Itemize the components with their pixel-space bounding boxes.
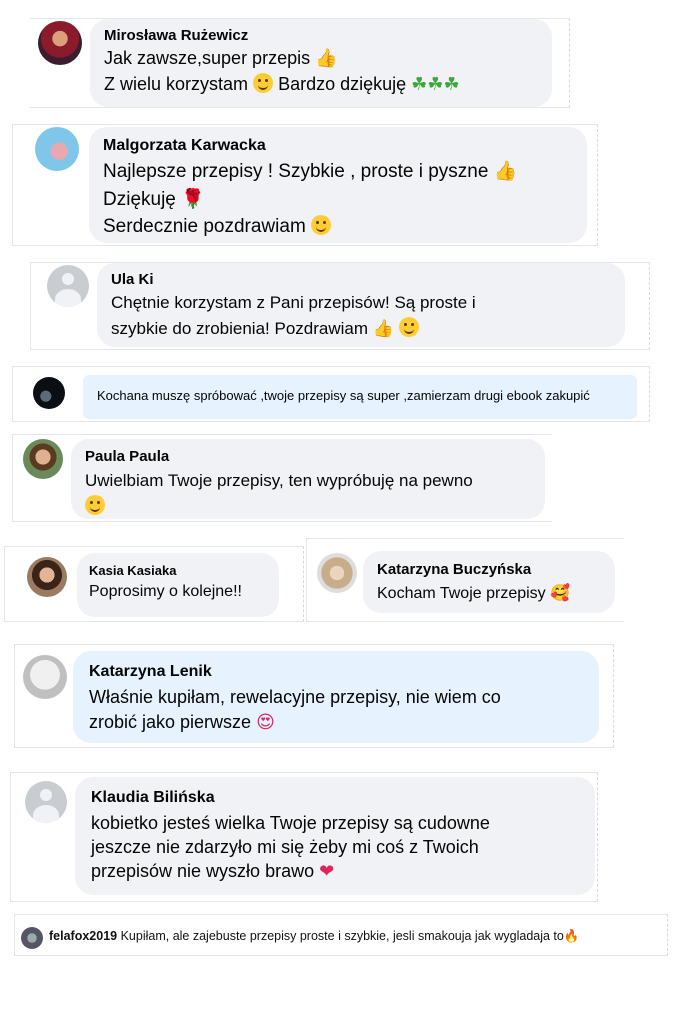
comment-text: Jak zawsze,super przepis: [104, 48, 311, 68]
comment-author[interactable]: Ula Ki: [111, 271, 611, 288]
comment-card: Katarzyna Lenik Właśnie kupiłam, rewelac…: [14, 644, 614, 748]
comment-author[interactable]: Katarzyna Buczyńska: [377, 561, 601, 578]
smile-icon: [311, 215, 332, 235]
comment-author[interactable]: Mirosława Rużewicz: [104, 27, 538, 44]
avatar[interactable]: [33, 377, 65, 409]
comment-text: Chętnie korzystam z Pani przepisów! Są p…: [111, 293, 476, 312]
comment-card: Klaudia Bilińska kobietko jesteś wielka …: [10, 772, 598, 902]
comment-bubble: Malgorzata Karwacka Najlepsze przepisy !…: [89, 127, 587, 243]
avatar[interactable]: [317, 553, 357, 593]
comment-bubble: Ula Ki Chętnie korzystam z Pani przepisó…: [97, 263, 625, 347]
comment-text: Uwielbiam Twoje przepisy, ten wypróbuję …: [85, 471, 473, 490]
comment-card: Kochana muszę spróbować ,twoje przepisy …: [12, 366, 650, 422]
comment-text: Kupiłam, ale zajebuste przepisy proste i…: [120, 929, 564, 943]
comment-author[interactable]: Kasia Kasiaka: [89, 563, 267, 578]
avatar[interactable]: [35, 127, 79, 171]
comment-card: Kasia Kasiaka Poprosimy o kolejne!!: [4, 546, 304, 622]
smile-icon: [253, 73, 274, 93]
comment-card: Katarzyna Buczyńska Kocham Twoje przepis…: [306, 538, 624, 622]
comment-card: Malgorzata Karwacka Najlepsze przepisy !…: [12, 124, 598, 246]
comment-text: przepisów nie wyszło brawo: [91, 861, 315, 881]
comment-text: Dziękuję: [103, 189, 176, 210]
heart-eyes-icon: 😍: [256, 712, 275, 733]
heart-icon: ❤: [319, 861, 335, 882]
thumbs-up-icon: 👍: [493, 160, 518, 182]
avatar[interactable]: [47, 265, 89, 307]
comment-text: szybkie do zrobienia! Pozdrawiam: [111, 319, 369, 338]
comment-text: Najlepsze przepisy ! Szybkie , proste i …: [103, 161, 489, 182]
rose-icon: 🌹: [181, 188, 205, 210]
comment-text: Poprosimy o kolejne!!: [89, 583, 242, 600]
comment-card: felafox2019 Kupiłam, ale zajebuste przep…: [14, 914, 668, 956]
comment-card: Paula Paula Uwielbiam Twoje przepisy, te…: [12, 434, 552, 522]
comment-text: Kocham Twoje przepisy: [377, 585, 546, 602]
comment-card: Mirosława Rużewicz Jak zawsze,super prze…: [30, 18, 570, 108]
avatar[interactable]: [38, 21, 82, 65]
comment-card: Ula Ki Chętnie korzystam z Pani przepisó…: [30, 262, 650, 350]
comment-bubble: Kasia Kasiaka Poprosimy o kolejne!!: [77, 553, 279, 617]
avatar[interactable]: [27, 557, 67, 597]
comment-bubble: Mirosława Rużewicz Jak zawsze,super prze…: [90, 19, 552, 107]
comment-author[interactable]: Malgorzata Karwacka: [103, 137, 573, 155]
heart-face-icon: 🥰: [550, 583, 571, 602]
comment-bubble: Kochana muszę spróbować ,twoje przepisy …: [83, 375, 637, 419]
thumbs-up-icon: 👍: [372, 319, 394, 339]
comment-text: kobietko jesteś wielka Twoje przepisy są…: [91, 813, 490, 833]
comment-text: Właśnie kupiłam, rewelacyjne przepisy, n…: [89, 687, 501, 707]
comment-author[interactable]: felafox2019: [49, 929, 117, 943]
comment-text: Kochana muszę spróbować ,twoje przepisy …: [97, 388, 590, 403]
avatar[interactable]: [25, 781, 67, 823]
comment-bubble: Klaudia Bilińska kobietko jesteś wielka …: [75, 777, 595, 895]
smile-icon: [398, 317, 419, 337]
clover-icon: ☘: [427, 74, 444, 95]
comment-line: felafox2019 Kupiłam, ale zajebuste przep…: [49, 928, 579, 944]
comment-text: Z wielu korzystam: [104, 74, 249, 94]
comment-author[interactable]: Klaudia Bilińska: [91, 789, 579, 807]
fire-icon: 🔥: [563, 928, 580, 943]
comment-text: jeszcze nie zdarzyło mi się żeby mi coś …: [91, 837, 479, 857]
comment-bubble: Katarzyna Buczyńska Kocham Twoje przepis…: [363, 551, 615, 613]
comment-bubble: Paula Paula Uwielbiam Twoje przepisy, te…: [71, 439, 545, 519]
comment-text: Bardzo dziękuję: [278, 74, 407, 94]
comment-text: zrobić jako pierwsze: [89, 712, 252, 732]
clover-icon: ☘: [411, 74, 428, 95]
avatar[interactable]: [23, 439, 63, 479]
comment-author[interactable]: Katarzyna Lenik: [89, 663, 583, 681]
comment-bubble: Katarzyna Lenik Właśnie kupiłam, rewelac…: [73, 651, 599, 743]
avatar[interactable]: [23, 655, 67, 699]
comment-author[interactable]: Paula Paula: [85, 448, 531, 465]
clover-icon: ☘: [443, 74, 460, 95]
comment-text: Serdecznie pozdrawiam: [103, 216, 306, 237]
thumbs-up-icon: 👍: [315, 48, 338, 69]
smile-icon: [85, 495, 105, 515]
avatar[interactable]: [21, 927, 43, 949]
